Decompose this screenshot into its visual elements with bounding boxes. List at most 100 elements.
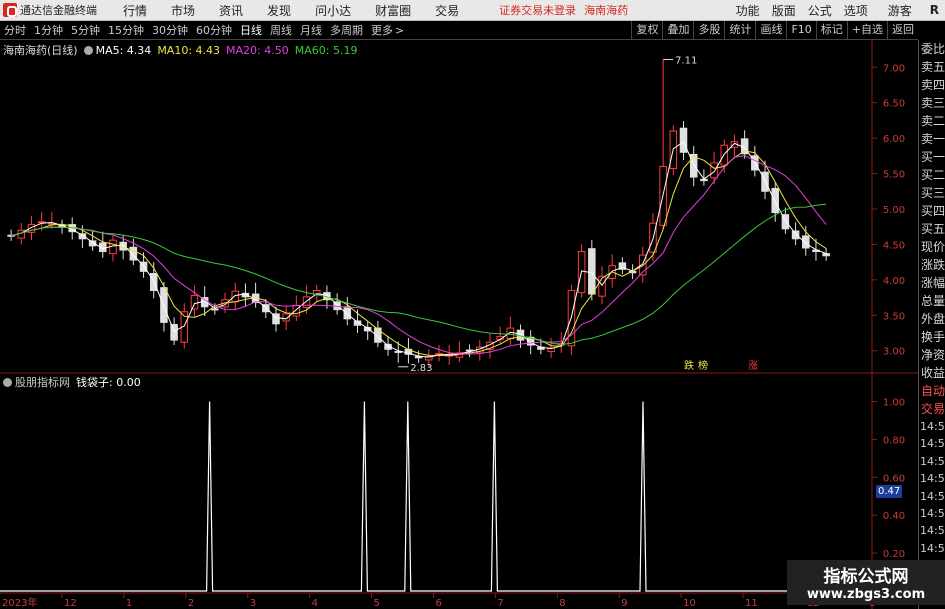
sub-axis: 1.00 0.80 0.60 0.40 0.20 [872, 397, 905, 560]
menu-item-wealth[interactable]: 财富圈 [375, 2, 411, 19]
menu-function[interactable]: 功能 [736, 2, 760, 19]
side-panel-item: 卖一 [921, 132, 945, 146]
sub-value-tag: 0.47 [876, 485, 903, 498]
indicator-name[interactable]: 股朋指标网 [15, 374, 70, 390]
price-tick-label: 4.00 [883, 276, 905, 287]
menu-item-market[interactable]: 市场 [171, 2, 195, 19]
period-1min[interactable]: 1分钟 [34, 22, 63, 38]
candle-body [791, 230, 800, 240]
guest-label[interactable]: 游客 [888, 2, 912, 19]
period-multi[interactable]: 多周期 [330, 22, 363, 38]
menu-layout[interactable]: 版面 [772, 2, 796, 19]
multi-stock-button[interactable]: 多股 [693, 21, 724, 39]
high-marker-label: 7.11 [675, 55, 697, 66]
menu-formula[interactable]: 公式 [808, 2, 832, 19]
side-panel-item: 收益 [921, 366, 945, 380]
period-monthly[interactable]: 月线 [300, 22, 322, 38]
side-panel-item: 总量 [921, 294, 945, 308]
side-panel-item[interactable]: 自动 [919, 382, 945, 400]
price-tick-label: 6.50 [883, 99, 905, 110]
menu-item-quotes[interactable]: 行情 [123, 2, 147, 19]
adjust-button[interactable]: 复权 [631, 21, 662, 39]
candle-body [190, 294, 199, 310]
month-label: 4 [312, 598, 318, 609]
candle-body [160, 287, 168, 323]
side-panel-item: 涨跌 [921, 258, 945, 272]
chart-area[interactable]: 7.00 6.50 6.00 5.50 5.00 4.50 4.00 3.50 3.00 1.0… [0, 40, 918, 609]
trade-time: 14:56 [920, 489, 945, 503]
r-badge[interactable]: R [930, 3, 939, 17]
candle-body [211, 308, 219, 311]
sub-legend: 股朋指标网 钱袋子: 0.00 [3, 374, 147, 390]
draw-line-button[interactable]: 画线 [755, 21, 786, 39]
candle [99, 231, 107, 258]
menu-item-ask[interactable]: 问小达 [315, 2, 351, 19]
side-panel-item: 净资 [921, 348, 945, 362]
watermark-url: www.zbgs3.com [806, 587, 926, 602]
ma60-line [10, 203, 827, 346]
candle-body [231, 290, 239, 303]
menu-item-discover[interactable]: 发现 [267, 2, 291, 19]
price-tick-label: 3.50 [883, 311, 905, 322]
legend-toggle-icon[interactable] [83, 45, 93, 55]
candle [333, 293, 341, 315]
f10-button[interactable]: F10 [786, 21, 815, 39]
candle [363, 321, 372, 341]
month-label: 3 [250, 598, 256, 609]
overlay-button[interactable]: 叠加 [662, 21, 693, 39]
sub-tick-label: 0.80 [883, 435, 905, 446]
candle-body [598, 275, 606, 297]
period-60min[interactable]: 60分钟 [196, 22, 232, 38]
period-15min[interactable]: 15分钟 [108, 22, 144, 38]
period-5min[interactable]: 5分钟 [71, 22, 100, 38]
period-more[interactable]: 更多 [371, 22, 393, 38]
sub-legend-toggle-icon[interactable] [3, 377, 12, 387]
month-label: 12 [64, 598, 77, 609]
candle [639, 246, 647, 283]
sub-tick-label: 0.20 [883, 549, 905, 560]
back-button[interactable]: 返回 [887, 21, 918, 39]
candle [251, 282, 260, 308]
period-weekly[interactable]: 周线 [270, 22, 292, 38]
candle [190, 285, 199, 317]
side-panel-item[interactable]: 交易 [919, 400, 945, 418]
side-panel-item: 买五 [921, 222, 945, 236]
year-label: 2023年 [2, 596, 37, 609]
statistics-button[interactable]: 统计 [724, 21, 755, 39]
site-watermark: 指标公式网 www.zbgs3.com [787, 560, 945, 605]
price-tick-label: 7.00 [883, 63, 905, 74]
login-notice[interactable]: 证券交易未登录 [499, 2, 576, 18]
month-label: 2 [188, 598, 194, 609]
menu-options[interactable]: 选项 [844, 2, 868, 19]
menu-item-trade[interactable]: 交易 [435, 2, 459, 19]
candle [272, 306, 280, 332]
chevron-right-icon[interactable]: > [395, 24, 404, 37]
menu-item-news[interactable]: 资讯 [219, 2, 243, 19]
period-intraday[interactable]: 分时 [4, 22, 26, 38]
candle [567, 284, 576, 355]
mark-button[interactable]: 标记 [815, 21, 847, 39]
candle [455, 341, 464, 363]
candle [282, 305, 290, 331]
indicator-formula: 钱袋子: 0.00 [76, 376, 141, 389]
candle-body [588, 248, 596, 295]
ma60-label: MA60: 5.19 [294, 43, 358, 57]
period-list: 分时 1分钟 5分钟 15分钟 30分钟 60分钟 日线 周线 月线 多周期 更… [0, 22, 408, 38]
candle [435, 345, 443, 362]
period-toolbar: 分时 1分钟 5分钟 15分钟 30分钟 60分钟 日线 周线 月线 多周期 更… [0, 21, 918, 40]
trade-time: 14:56 [920, 524, 945, 538]
candle [48, 211, 56, 229]
month-label: 9 [621, 598, 627, 609]
toolbar-right-buttons: 复权 叠加 多股 统计 画线 F10 标记 +自选 返回 [631, 21, 918, 39]
add-watchlist-button[interactable]: +自选 [846, 21, 887, 39]
period-daily[interactable]: 日线 [240, 22, 262, 38]
price-tick-label: 3.00 [883, 347, 905, 358]
app-logo-icon [3, 3, 17, 17]
candle [618, 257, 627, 275]
side-panel-item: 涨幅 [921, 276, 945, 290]
month-label: 11 [745, 598, 758, 609]
candle [496, 326, 504, 345]
candle-body [710, 162, 718, 179]
period-30min[interactable]: 30分钟 [152, 22, 188, 38]
candle [109, 234, 117, 262]
